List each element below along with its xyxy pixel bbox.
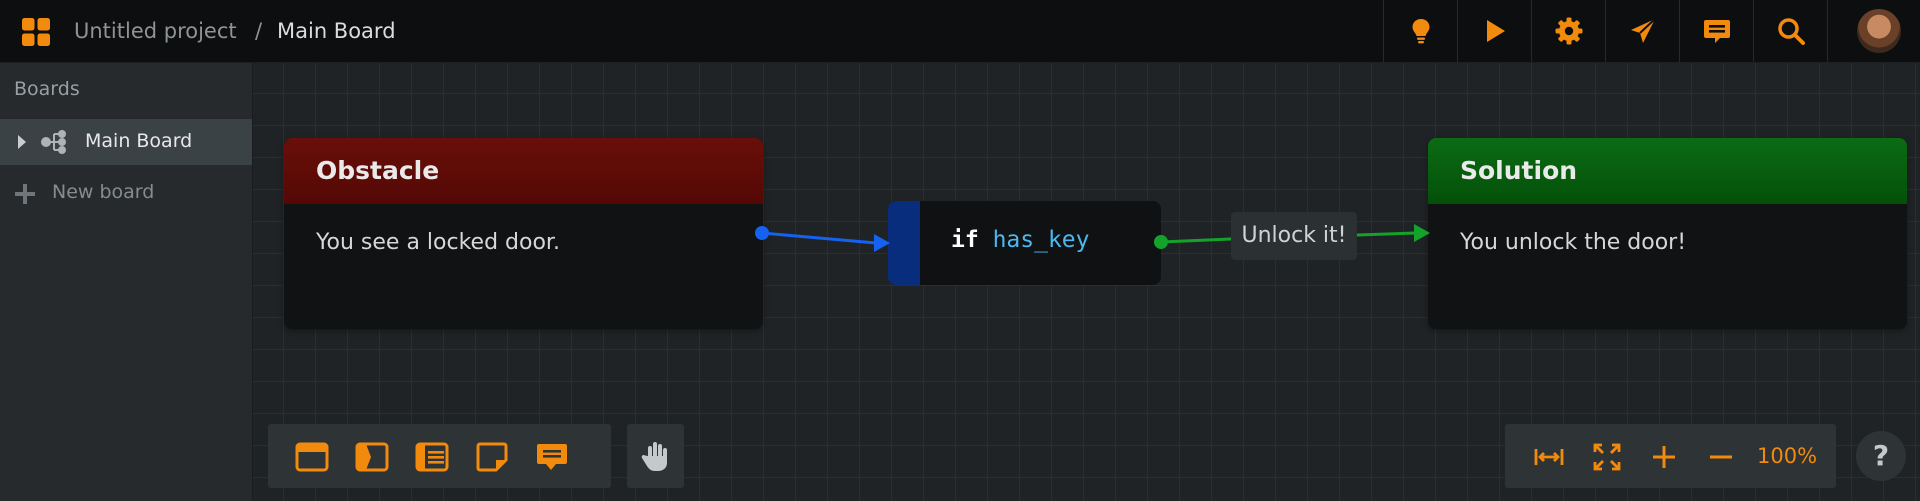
window-icon[interactable] <box>295 440 329 474</box>
board-name[interactable]: Main Board <box>277 17 396 45</box>
avatar[interactable] <box>1857 9 1901 53</box>
gear-icon <box>1555 17 1583 45</box>
condition-strip <box>888 201 920 285</box>
search-button[interactable] <box>1753 0 1828 62</box>
zoom-in-icon[interactable] <box>1648 441 1680 473</box>
condition-node[interactable]: if has_key <box>888 201 1161 285</box>
apps-grid-icon[interactable] <box>22 18 50 46</box>
sticky-note-icon[interactable] <box>475 440 509 474</box>
help-button[interactable]: ? <box>1856 431 1906 481</box>
pan-tool-button[interactable] <box>627 424 684 488</box>
condition-variable: has_key <box>992 227 1090 253</box>
search-icon <box>1778 18 1805 45</box>
list-icon[interactable] <box>415 440 449 474</box>
lightbulb-icon <box>1412 19 1430 44</box>
zoom-out-icon[interactable] <box>1705 441 1737 473</box>
boards-sidebar: Boards Main Board New board <box>0 63 253 501</box>
publish-button[interactable] <box>1605 0 1680 62</box>
breadcrumb-separator: / <box>255 19 263 43</box>
node-title: Solution <box>1428 138 1907 204</box>
settings-button[interactable] <box>1531 0 1606 62</box>
hand-icon <box>641 442 667 471</box>
new-board-label: New board <box>52 181 155 203</box>
zoom-toolbar: 100% <box>1505 424 1836 488</box>
sidebar-item-label: Main Board <box>85 130 193 152</box>
comment-node-icon[interactable] <box>535 440 569 474</box>
fullscreen-icon[interactable] <box>1591 441 1623 473</box>
sidebar-item-main-board[interactable]: Main Board <box>0 119 252 165</box>
project-name[interactable]: Untitled project <box>74 17 237 45</box>
condition-expression: if has_key <box>951 227 1090 253</box>
condition-keyword: if <box>951 227 979 253</box>
paper-plane-icon <box>1631 18 1656 43</box>
comment-icon <box>1704 20 1730 43</box>
solution-node[interactable]: Solution You unlock the door! <box>1428 138 1907 329</box>
comments-button[interactable] <box>1679 0 1754 62</box>
node-text: You unlock the door! <box>1460 230 1687 255</box>
plus-icon <box>15 184 35 204</box>
node-text: You see a locked door. <box>316 230 560 255</box>
top-bar: Untitled project / Main Board <box>0 0 1920 63</box>
board-tree-icon <box>41 130 66 154</box>
node-title: Obstacle <box>284 138 763 204</box>
hints-button[interactable] <box>1383 0 1458 62</box>
zoom-level[interactable]: 100% <box>1757 444 1817 468</box>
caret-right-icon[interactable] <box>18 135 26 149</box>
obstacle-node[interactable]: Obstacle You see a locked door. <box>284 138 763 329</box>
node-toolbar <box>268 424 611 488</box>
fit-width-icon[interactable] <box>1533 441 1565 473</box>
play-icon <box>1487 20 1505 42</box>
new-board-button[interactable]: New board <box>0 173 252 213</box>
play-button[interactable] <box>1457 0 1532 62</box>
sidebar-title: Boards <box>14 78 80 100</box>
choice-label[interactable]: Unlock it! <box>1231 212 1357 260</box>
condition-node-icon[interactable] <box>355 440 389 474</box>
